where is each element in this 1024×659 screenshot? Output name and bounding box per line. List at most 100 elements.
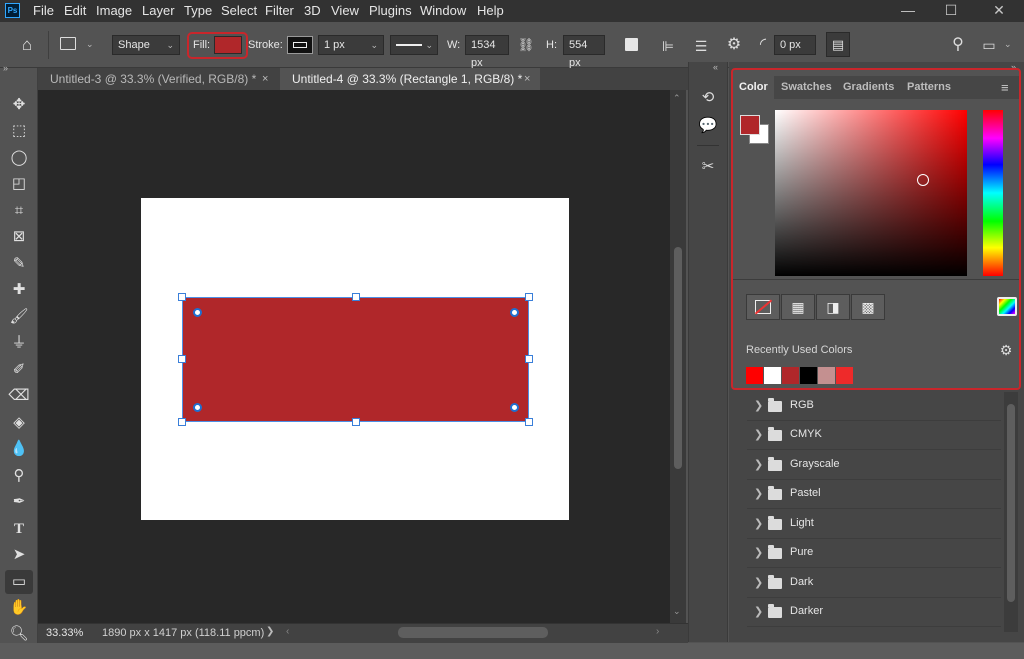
transform-handle[interactable] [525,293,533,301]
stamp-tool-icon[interactable]: ⏚ [5,331,33,355]
no-color-button[interactable] [746,294,780,320]
close-window-button[interactable]: ✕ [976,0,1022,22]
path-arrangement-icon[interactable]: ☰ [690,36,712,56]
menu-edit[interactable]: Edit [64,3,86,18]
status-menu-arrow[interactable]: ❯ [266,626,274,637]
fill-swatch[interactable] [214,36,242,54]
tab-gradients[interactable]: Gradients [837,76,900,99]
panel-menu-icon[interactable]: ≡ [1001,80,1009,95]
minimize-button[interactable]: — [885,0,931,22]
swatch-group-rgb[interactable]: ❯ RGB [747,392,1001,421]
path-alignment-icon[interactable]: ⊫ [658,36,678,56]
path-selection-tool-icon[interactable]: ➤ [5,543,33,567]
tools-panel-icon[interactable]: ✂ [695,155,721,179]
search-icon[interactable]: ⚲ [948,35,968,55]
swatch-group-pastel[interactable]: ❯ Pastel [747,480,1001,509]
chevron-down-icon[interactable]: ⌄ [1004,39,1012,50]
workspace-icon[interactable]: ▭ [979,35,999,55]
transform-handle[interactable] [525,355,533,363]
recent-color-swatch[interactable] [818,367,835,384]
chevron-right-icon[interactable]: ❯ [754,428,763,441]
expand-icon[interactable]: « [713,62,718,72]
rectangle-tool-icon[interactable]: ▭ [5,570,33,594]
stroke-type-select[interactable]: ⌄ [390,35,438,55]
tab-color[interactable]: Color [733,76,774,99]
rgb-cube-button[interactable]: ▦ [781,294,815,320]
comments-panel-icon[interactable]: 💬 [695,114,721,138]
menu-file[interactable]: File [33,3,54,18]
link-icon[interactable]: ⛓ [516,35,536,55]
recent-color-swatch[interactable] [746,367,763,384]
hue-slider[interactable] [983,110,1003,276]
chevron-right-icon[interactable]: ❯ [754,399,763,412]
menu-plugins[interactable]: Plugins [369,3,412,18]
shape-mode-select[interactable]: Shape ⌄ [112,35,180,55]
gear-icon[interactable]: ⚙ [997,342,1015,358]
crop-tool-icon[interactable]: ⌗ [5,199,33,223]
tab-untitled-4[interactable]: Untitled-4 @ 33.3% (Rectangle 1, RGB/8) … [280,68,540,90]
corner-radius-handle[interactable] [510,403,519,412]
swatch-group-light[interactable]: ❯ Light [747,510,1001,539]
gear-icon[interactable]: ⚙ [724,35,744,55]
eyedropper-tool-icon[interactable]: ✎ [5,252,33,276]
chevron-right-icon[interactable]: ❯ [754,605,763,618]
transform-handle[interactable] [352,418,360,426]
recent-color-swatch[interactable] [836,367,853,384]
chevron-down-icon[interactable]: ⌄ [86,39,94,50]
menu-image[interactable]: Image [96,3,132,18]
pen-tool-icon[interactable]: ✒ [5,490,33,514]
corner-radius-handle[interactable] [510,308,519,317]
menu-layer[interactable]: Layer [142,3,175,18]
menu-type[interactable]: Type [184,3,212,18]
transform-handle[interactable] [178,293,186,301]
move-tool-icon[interactable]: ✥ [5,93,33,117]
color-field[interactable] [775,110,967,276]
menu-window[interactable]: Window [420,3,466,18]
menu-help[interactable]: Help [477,3,504,18]
scroll-up-icon[interactable]: ⌃ [673,93,681,104]
corner-radius-handle[interactable] [193,308,202,317]
lasso-tool-icon[interactable]: ◯ [5,146,33,170]
object-selection-tool-icon[interactable]: ◰ [5,172,33,196]
transform-handle[interactable] [525,418,533,426]
stroke-swatch[interactable] [287,36,313,54]
horizontal-scroll-thumb[interactable] [398,627,548,638]
scroll-left-icon[interactable]: ‹ [286,626,289,637]
maximize-button[interactable]: ☐ [928,0,974,22]
scroll-down-icon[interactable]: ⌄ [673,606,681,617]
menu-3d[interactable]: 3D [304,3,321,18]
color-picker-cursor[interactable] [917,174,929,186]
swatch-group-pure[interactable]: ❯ Pure [747,539,1001,568]
menu-select[interactable]: Select [221,3,257,18]
chevron-right-icon[interactable]: ❯ [754,546,763,559]
paint-bucket-tool-icon[interactable]: ◈ [5,411,33,435]
transform-handle[interactable] [352,293,360,301]
healing-brush-tool-icon[interactable]: ✚ [5,278,33,302]
swatch-group-grayscale[interactable]: ❯ Grayscale [747,451,1001,480]
recent-color-swatch[interactable] [800,367,817,384]
recent-color-swatch[interactable] [782,367,799,384]
menu-view[interactable]: View [331,3,359,18]
dodge-tool-icon[interactable]: ⚲ [5,464,33,488]
chevron-right-icon[interactable]: ❯ [754,487,763,500]
frame-tool-icon[interactable]: ⊠ [5,225,33,249]
color-wheel-button[interactable]: ▩ [851,294,885,320]
rectangle-shape[interactable] [182,297,529,422]
foreground-color-swatch[interactable] [740,115,760,135]
swatch-group-cmyk[interactable]: ❯ CMYK [747,421,1001,450]
tab-untitled-3[interactable]: Untitled-3 @ 33.3% (Verified, RGB/8) * × [38,68,278,90]
align-edges-icon[interactable]: ▤ [826,32,850,57]
grayscale-ramp-button[interactable]: ◨ [816,294,850,320]
type-tool-icon[interactable]: T [5,517,33,541]
eraser-tool-icon[interactable]: ⌫ [5,384,33,408]
vertical-scroll-thumb[interactable] [674,247,682,469]
chevron-right-icon[interactable]: ❯ [754,576,763,589]
zoom-level[interactable]: 33.33% [46,627,83,639]
list-scroll-thumb[interactable] [1007,404,1015,602]
tab-swatches[interactable]: Swatches [775,76,838,99]
hand-tool-icon[interactable]: ✋ [5,596,33,620]
color-spectrum-icon[interactable] [997,297,1017,316]
chevron-right-icon[interactable]: ❯ [754,517,763,530]
swatch-group-dark[interactable]: ❯ Dark [747,569,1001,598]
collapse-icon[interactable]: » [3,63,8,73]
